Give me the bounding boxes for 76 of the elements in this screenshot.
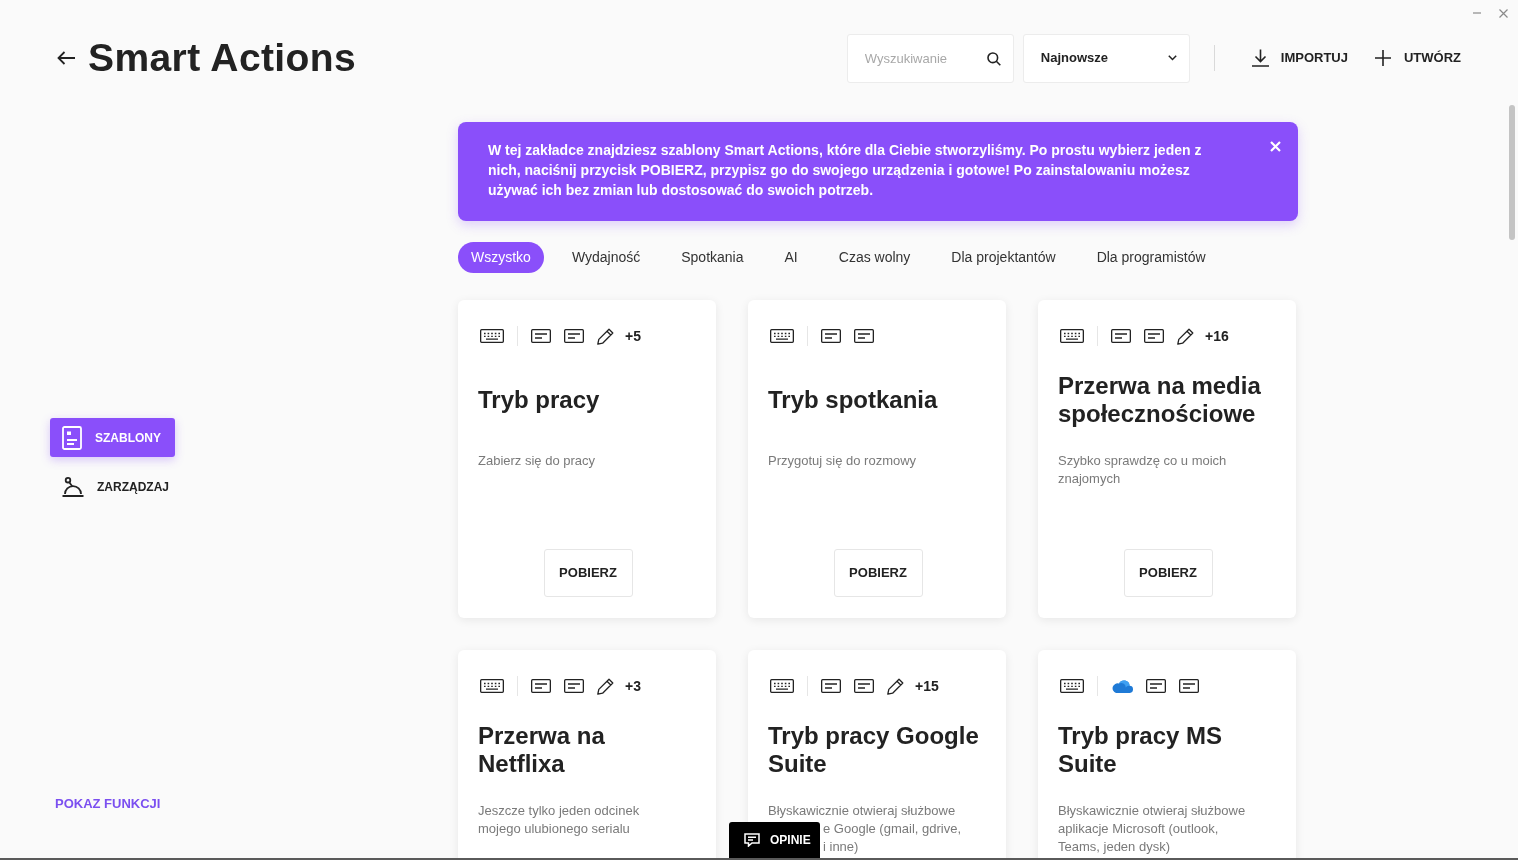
description-fragment: i inne) (823, 838, 860, 856)
note-icon (531, 679, 551, 693)
filter-tab[interactable]: Spotkania (668, 242, 757, 273)
card-description: Błyskawicznie otwieraj służbowe aplikacje Microsoft (outlook, Teams, jeden dysk) (1058, 802, 1247, 856)
download-button[interactable]: POBIERZ (833, 549, 923, 597)
template-card[interactable]: +5 Tryb pracy Zabierz się do pracy POBIERZ (458, 300, 716, 618)
template-card[interactable]: +16 Przerwa na media społecznościowe Szybko sprawdzę co u moich znajomych POBIERZ (1038, 300, 1296, 618)
pencil-icon (597, 677, 614, 695)
action-count: +15 (915, 676, 939, 696)
pencil-icon (597, 327, 614, 345)
create-button[interactable]: UTWÓRZ (1374, 48, 1461, 68)
search-field[interactable]: Wyszukiwanie (846, 33, 1014, 83)
template-card[interactable]: Tryb pracy MS Suite Błyskawicznie otwieraj służbowe aplikacje Microsoft (outlook, Teams, jeden dysk) (1038, 650, 1296, 858)
feature-tour-link[interactable]: POKAZ FUNKCJI (55, 793, 161, 813)
card-title: Tryb pracy MS Suite (1058, 722, 1224, 778)
cloche-icon (62, 476, 84, 497)
download-icon (1250, 49, 1270, 67)
note-icon (821, 329, 841, 343)
card-description: Przygotuj się do rozmowy (768, 452, 918, 470)
document-icon (62, 425, 82, 450)
note-icon (531, 329, 551, 343)
note-icon (1146, 679, 1166, 693)
note-icon (1111, 329, 1131, 343)
note-icon (1179, 679, 1199, 693)
action-count: +16 (1205, 326, 1229, 346)
pencil-icon (1177, 327, 1194, 345)
card-title: Przerwa na Netflixa (478, 722, 606, 778)
keyboard-icon (480, 329, 504, 343)
cloud-icon (1111, 679, 1133, 693)
scrollbar-thumb[interactable] (1509, 105, 1515, 240)
download-button[interactable]: POBIERZ (1123, 549, 1213, 597)
filter-tab[interactable]: Czas wolny (825, 242, 924, 273)
download-button[interactable]: POBIERZ (543, 549, 633, 597)
keyboard-icon (1060, 679, 1084, 693)
keyboard-icon (770, 329, 794, 343)
card-title: Tryb spotkania (768, 386, 939, 414)
pencil-icon (887, 677, 904, 695)
filter-tab[interactable]: Wszystko (458, 242, 544, 273)
note-icon (1144, 329, 1164, 343)
feedback-button[interactable]: OPINIE (729, 822, 820, 858)
plus-icon (1374, 50, 1391, 66)
search-icon (986, 51, 1001, 66)
import-button[interactable]: IMPORTUJ (1250, 48, 1348, 68)
note-icon (854, 679, 874, 693)
card-title: Przerwa na media społecznościowe (1058, 372, 1262, 428)
keyboard-icon (770, 679, 794, 693)
chevron-down-icon (1167, 55, 1177, 61)
filter-tab[interactable]: Wydajność (558, 242, 654, 273)
chat-icon (744, 833, 760, 847)
filter-tab[interactable]: Dla projektantów (938, 242, 1069, 273)
filter-tab[interactable]: AI (771, 242, 811, 273)
note-icon (564, 329, 584, 343)
filter-tab[interactable]: Dla programistów (1083, 242, 1219, 273)
description-fragment: e Google (gmail, gdrive, (823, 820, 962, 838)
close-icon[interactable] (1499, 8, 1508, 18)
card-title: Tryb pracy Google Suite (768, 722, 980, 778)
back-arrow-icon[interactable] (57, 51, 75, 65)
card-description: Zabierz się do pracy (478, 452, 597, 470)
page-title: Smart Actions (88, 35, 357, 81)
banner-text: W tej zakładce znajdziesz szablony Smart Actions, które dla Ciebie stworzyliśmy. Po prostu wybierz jeden z nich, naciśnij przycisk POBIERZ, przypisz go do swojego urządzenia i gotowe! Po zainstalowaniu możesz używać ich bez zmian lub dostosować do swoich potrzeb. (488, 141, 1203, 200)
note-icon (564, 679, 584, 693)
card-description: Szybko sprawdzę co u moich znajomych (1058, 452, 1228, 488)
template-card[interactable]: Tryb spotkania Przygotuj się do rozmowy POBIERZ (748, 300, 1006, 618)
note-icon (854, 329, 874, 343)
sort-dropdown[interactable]: Najnowsze (1022, 33, 1190, 83)
card-title: Tryb pracy (478, 386, 601, 414)
action-count: +5 (625, 326, 641, 346)
keyboard-icon (480, 679, 504, 693)
sidebar-item[interactable]: SZABLONY (50, 418, 175, 457)
sidebar-item[interactable]: ZARZĄDZAJ (50, 467, 175, 506)
note-icon (821, 679, 841, 693)
card-description: Jeszcze tylko jeden odcinek mojego ulubionego serialu (478, 802, 641, 838)
card-description: Błyskawicznie otwieraj służbowe (768, 802, 957, 820)
keyboard-icon (1060, 329, 1084, 343)
template-card[interactable]: +3 Przerwa na Netflixa Jeszcze tylko jeden odcinek mojego ulubionego serialu (458, 650, 716, 858)
action-count: +3 (625, 676, 641, 696)
